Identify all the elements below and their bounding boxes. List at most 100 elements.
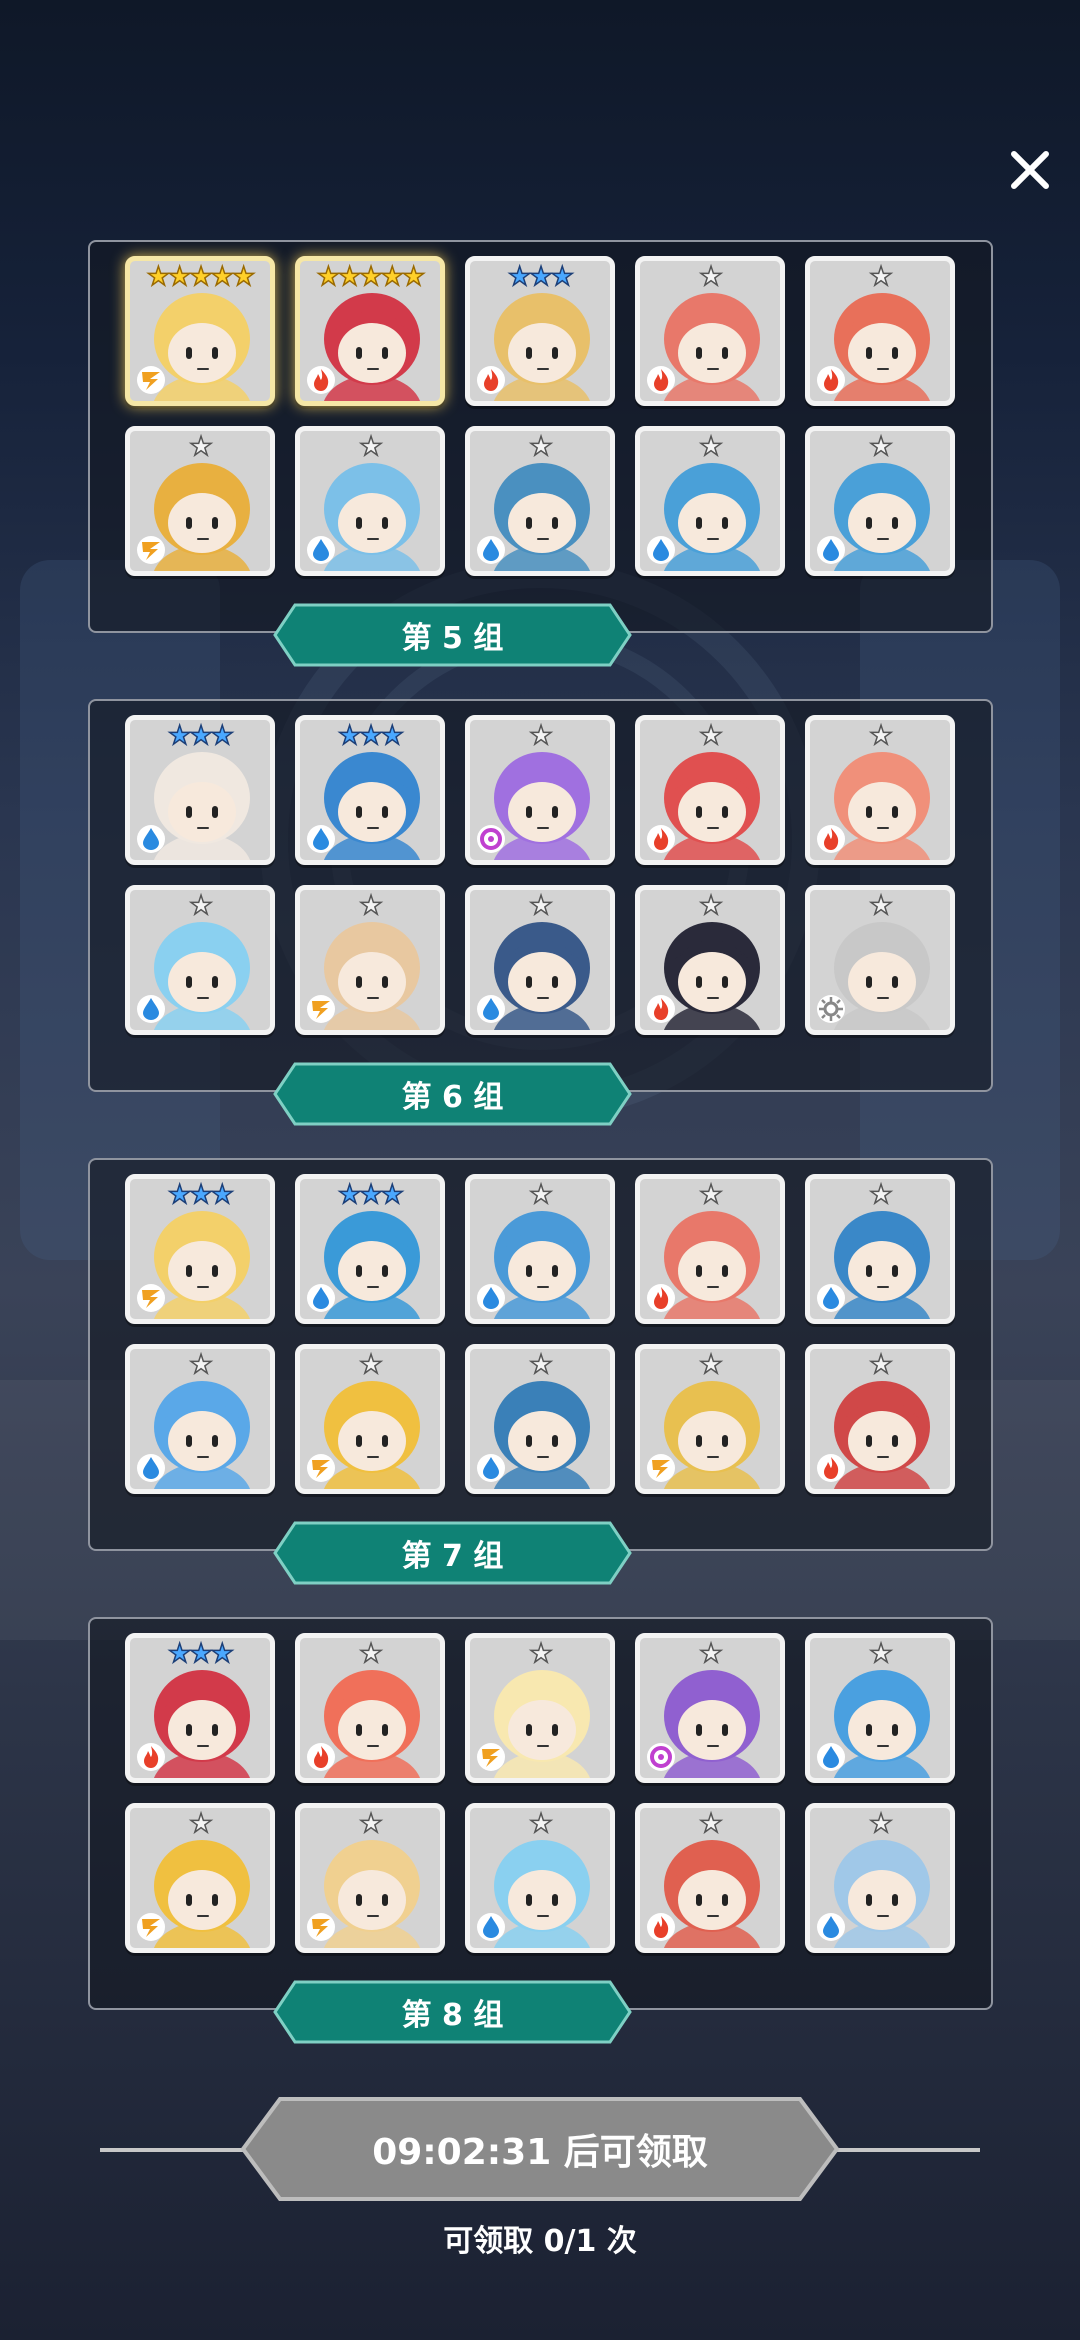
star-rating: ★ [699, 262, 724, 292]
star-rating: ★ [699, 1639, 724, 1669]
star-rating: ★ [699, 1809, 724, 1839]
hero-card[interactable]: ★ [805, 1803, 955, 1953]
star-rating: ★★★ [337, 721, 404, 751]
hero-card[interactable]: ★★★ [295, 715, 445, 865]
hero-card[interactable]: ★ [125, 1803, 275, 1953]
hero-card[interactable]: ★ [635, 715, 785, 865]
hero-card[interactable]: ★ [635, 256, 785, 406]
star-rating: ★ [869, 1350, 894, 1380]
star-rating: ★ [699, 432, 724, 462]
hero-card[interactable]: ★ [805, 1174, 955, 1324]
fire-icon [817, 1454, 845, 1482]
star-rating: ★★★ [167, 721, 234, 751]
hero-card[interactable]: ★ [805, 885, 955, 1035]
water-drop-icon [307, 1284, 335, 1312]
star-rating: ★ [869, 891, 894, 921]
sun-icon [817, 995, 845, 1023]
hero-card[interactable]: ★ [465, 426, 615, 576]
star-rating: ★ [359, 891, 384, 921]
hero-card[interactable]: ★★★★★ [295, 256, 445, 406]
hero-card[interactable]: ★★★ [125, 1174, 275, 1324]
close-icon [1011, 151, 1049, 189]
hero-card[interactable]: ★ [465, 715, 615, 865]
star-rating: ★ [529, 1639, 554, 1669]
hero-grid: ★★★★★ ★★★★★ ★★★ ★ ★ ★ ★ ★ ★ ★ [125, 256, 955, 576]
water-drop-icon [307, 825, 335, 853]
water-drop-icon [307, 536, 335, 564]
hero-card[interactable]: ★ [805, 256, 955, 406]
lightning-icon [307, 1454, 335, 1482]
hero-card[interactable]: ★ [125, 426, 275, 576]
hero-card[interactable]: ★ [465, 1344, 615, 1494]
fire-icon [647, 825, 675, 853]
water-drop-icon [647, 536, 675, 564]
group-label-5: 第 5 组 [273, 603, 632, 667]
hero-card[interactable]: ★ [295, 1633, 445, 1783]
star-rating: ★ [189, 1809, 214, 1839]
hero-card[interactable]: ★ [805, 1344, 955, 1494]
water-drop-icon [817, 536, 845, 564]
claim-button[interactable]: 09:02:31 后可领取 [240, 2096, 840, 2202]
hero-card[interactable]: ★★★ [465, 256, 615, 406]
star-rating: ★★★★★ [316, 262, 426, 292]
hero-card[interactable]: ★ [635, 1174, 785, 1324]
star-rating: ★ [869, 432, 894, 462]
star-rating: ★ [529, 721, 554, 751]
water-drop-icon [817, 1743, 845, 1771]
fire-icon [137, 1743, 165, 1771]
lightning-icon [307, 1913, 335, 1941]
hero-card[interactable]: ★ [635, 1344, 785, 1494]
star-rating: ★★★ [167, 1180, 234, 1210]
hero-card[interactable]: ★ [805, 1633, 955, 1783]
hero-card[interactable]: ★ [125, 885, 275, 1035]
star-rating: ★★★ [337, 1180, 404, 1210]
star-rating: ★ [529, 1180, 554, 1210]
hero-card[interactable]: ★ [295, 885, 445, 1035]
hero-card[interactable]: ★ [295, 426, 445, 576]
hero-card[interactable]: ★★★ [125, 715, 275, 865]
hero-card[interactable]: ★ [295, 1803, 445, 1953]
hero-card[interactable]: ★★★★★ [125, 256, 275, 406]
hero-card[interactable]: ★ [635, 426, 785, 576]
hero-card[interactable]: ★ [125, 1344, 275, 1494]
hero-group-6: ★★★ ★★★ ★ ★ ★ ★ ★ ★ ★ ★ [88, 699, 993, 1092]
hero-card[interactable]: ★ [295, 1344, 445, 1494]
claim-button-label: 09:02:31 后可领取 [372, 2132, 708, 2173]
hero-card[interactable]: ★★★ [125, 1633, 275, 1783]
hero-card[interactable]: ★ [635, 885, 785, 1035]
lightning-icon [137, 1284, 165, 1312]
hero-card[interactable]: ★ [465, 1174, 615, 1324]
hero-group-7: ★★★ ★★★ ★ ★ ★ ★ ★ ★ ★ ★ [88, 1158, 993, 1551]
water-drop-icon [137, 995, 165, 1023]
water-drop-icon [477, 1454, 505, 1482]
star-rating: ★ [189, 432, 214, 462]
star-rating: ★ [869, 721, 894, 751]
hero-card[interactable]: ★ [805, 426, 955, 576]
star-rating: ★ [529, 432, 554, 462]
star-rating: ★ [699, 721, 724, 751]
hero-card[interactable]: ★ [805, 715, 955, 865]
star-rating: ★ [359, 1809, 384, 1839]
fire-icon [817, 366, 845, 394]
star-rating: ★ [529, 1350, 554, 1380]
hero-card[interactable]: ★ [635, 1633, 785, 1783]
claim-count: 可领取 0/1 次 [443, 2224, 637, 2259]
hero-card[interactable]: ★ [465, 1633, 615, 1783]
star-rating: ★ [529, 1809, 554, 1839]
close-button[interactable] [1000, 140, 1060, 200]
water-drop-icon [477, 536, 505, 564]
claim-divider-right [830, 2148, 980, 2152]
fire-icon [817, 825, 845, 853]
hero-card[interactable]: ★ [465, 885, 615, 1035]
star-rating: ★ [869, 1180, 894, 1210]
group-label-8: 第 8 组 [273, 1980, 632, 2044]
star-rating: ★ [869, 1809, 894, 1839]
fire-icon [647, 1284, 675, 1312]
arcane-icon [477, 825, 505, 853]
hero-group-8: ★★★ ★ ★ ★ ★ ★ ★ ★ ★ ★ [88, 1617, 993, 2010]
hero-card[interactable]: ★ [465, 1803, 615, 1953]
fire-icon [647, 1913, 675, 1941]
star-rating: ★★★ [507, 262, 574, 292]
hero-card[interactable]: ★★★ [295, 1174, 445, 1324]
hero-card[interactable]: ★ [635, 1803, 785, 1953]
